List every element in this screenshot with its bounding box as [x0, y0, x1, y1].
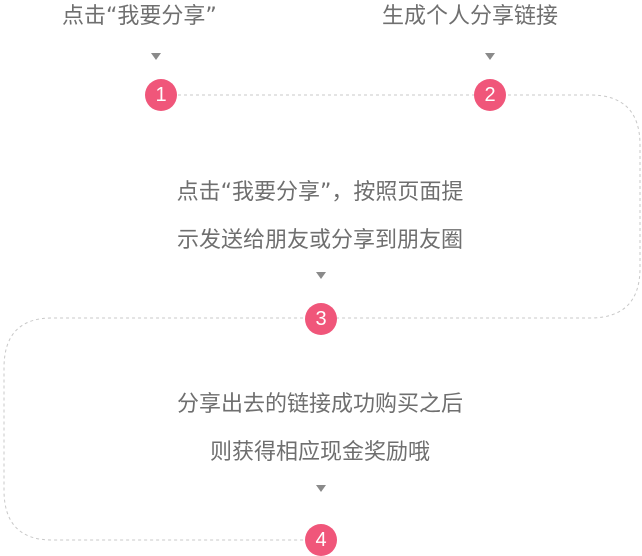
- step-3-arrow-icon: [316, 272, 326, 279]
- step-1-label: 点击“我要分享”: [62, 4, 217, 29]
- step-3-description: 点击“我要分享”，按照页面提 示发送给朋友或分享到朋友圈: [110, 169, 530, 265]
- step-2-label: 生成个人分享链接: [382, 4, 559, 29]
- step-4-arrow-icon: [316, 485, 326, 492]
- step-2-arrow-icon: [485, 53, 495, 60]
- step-1-badge: 1: [145, 79, 177, 111]
- step-2-badge: 2: [474, 79, 506, 111]
- step-4-line-2: 则获得相应现金奖励哦: [209, 440, 430, 465]
- step-3-line-1: 点击“我要分享”，按照页面提: [176, 180, 464, 205]
- step-4-badge: 4: [305, 524, 337, 556]
- step-3-badge: 3: [305, 303, 337, 335]
- step-4-line-1: 分享出去的链接成功购买之后: [176, 392, 463, 417]
- step-4-description: 分享出去的链接成功购买之后 则获得相应现金奖励哦: [110, 381, 530, 477]
- step-3-line-2: 示发送给朋友或分享到朋友圈: [176, 228, 463, 253]
- step-1-arrow-icon: [151, 53, 161, 60]
